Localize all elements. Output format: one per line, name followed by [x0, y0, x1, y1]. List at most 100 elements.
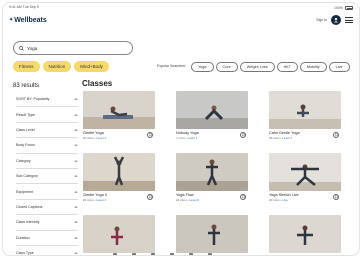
- filter-equipment[interactable]: Equipment: [16, 184, 78, 200]
- chevron-up-icon: [74, 175, 78, 178]
- class-title: Gentle Yoga: [83, 131, 104, 135]
- class-duration: 7 mins: [176, 136, 185, 140]
- class-duration: 24 mins: [176, 198, 187, 202]
- class-card[interactable]: Gentle Yoga 20 mins • Level 1: [83, 91, 155, 140]
- chevron-up-icon: [74, 113, 78, 116]
- class-card[interactable]: [176, 215, 248, 253]
- yoga-photo: [269, 215, 341, 253]
- filter-category[interactable]: Category: [16, 154, 78, 169]
- bookmark-icon: [148, 133, 152, 137]
- class-thumbnail[interactable]: [269, 215, 341, 253]
- yoga-photo: [269, 153, 341, 191]
- filter-panel: SORT BY: Popularity Result Type Class Le…: [16, 92, 78, 256]
- chevron-up-icon: [74, 221, 78, 224]
- search-input[interactable]: [27, 45, 127, 51]
- popular-searches-label: Popular Searches:: [157, 64, 186, 68]
- class-card[interactable]: Nobody Yoga 7 mins • Level 1: [176, 91, 248, 140]
- save-class-button[interactable]: [240, 132, 246, 138]
- class-thumbnail[interactable]: [269, 91, 341, 129]
- filter-class-level[interactable]: Class Level: [16, 123, 78, 139]
- class-title: Nobody Yoga: [176, 131, 199, 135]
- class-thumbnail[interactable]: [83, 153, 155, 191]
- filter-closed-captions[interactable]: Closed Captions: [16, 200, 78, 216]
- class-thumbnail[interactable]: [176, 215, 248, 253]
- popular-live[interactable]: Live: [328, 62, 350, 72]
- filter-label: Equipment: [16, 189, 34, 194]
- toolbar-person-icon[interactable]: [189, 253, 193, 255]
- filter-result-type[interactable]: Result Type: [16, 107, 78, 123]
- search-bar[interactable]: [13, 41, 133, 55]
- class-thumbnail[interactable]: [176, 91, 248, 129]
- toolbar-more-icon[interactable]: [208, 253, 212, 255]
- class-thumbnail[interactable]: [269, 153, 341, 191]
- toolbar-search-icon[interactable]: [132, 253, 136, 255]
- class-title: Yoga Flow: [176, 193, 194, 197]
- toolbar-home-icon[interactable]: [113, 253, 117, 255]
- popular-yoga[interactable]: Yoga: [191, 62, 214, 72]
- app-window: 9:41 AM Tue Sep 5 100% ✦ Wellbeats Sign …: [2, 2, 360, 256]
- save-class-button[interactable]: [147, 194, 153, 200]
- status-time: 9:41 AM Tue Sep 5: [9, 5, 39, 9]
- chevron-up-icon: [74, 252, 78, 255]
- class-duration: 20 mins: [83, 136, 94, 140]
- filter-label: SORT BY: Popularity: [16, 97, 50, 102]
- logo[interactable]: ✦ Wellbeats: [9, 17, 47, 24]
- filter-label: Category: [16, 158, 31, 163]
- filter-duration[interactable]: Duration: [16, 231, 78, 246]
- filter-label: Sub Category: [16, 174, 38, 179]
- chevron-up-icon: [74, 236, 78, 239]
- class-title: Calm Gentle Yoga: [269, 131, 300, 135]
- filter-class-intensity[interactable]: Class Intensity: [16, 215, 78, 231]
- filter-body-focus[interactable]: Body Focus: [16, 138, 78, 154]
- yoga-photo: [83, 215, 155, 253]
- bookmark-icon: [241, 133, 245, 137]
- save-class-button[interactable]: [333, 132, 339, 138]
- toolbar-list-icon[interactable]: [151, 253, 155, 255]
- class-card[interactable]: Calm Gentle Yoga 30 mins • Level 1: [269, 91, 341, 140]
- yoga-photo: [176, 153, 248, 191]
- class-card[interactable]: Yoga Flow 24 mins • Level 2: [176, 153, 248, 202]
- chevron-up-icon: [74, 98, 78, 101]
- class-thumbnail[interactable]: [176, 153, 248, 191]
- toolbar-grid-icon[interactable]: [170, 253, 174, 255]
- category-fitness[interactable]: Fitness: [13, 61, 40, 72]
- account-label[interactable]: Sign in: [316, 18, 327, 22]
- filter-sort[interactable]: SORT BY: Popularity: [16, 92, 78, 108]
- filter-label: Class Type: [16, 251, 34, 256]
- logo-text: Wellbeats: [14, 16, 47, 24]
- yoga-photo: [176, 215, 248, 253]
- class-card[interactable]: Yoga Stretch Live 20 mins • Live: [269, 153, 341, 202]
- popular-core[interactable]: Core: [215, 62, 238, 72]
- class-card[interactable]: [269, 215, 341, 253]
- bookmark-icon: [148, 195, 152, 199]
- class-level: Level 1: [96, 136, 106, 140]
- hamburger-menu-icon[interactable]: [345, 17, 353, 23]
- filter-label: Body Focus: [16, 143, 35, 148]
- popular-hiit[interactable]: HIIT: [276, 62, 298, 72]
- filter-class-type[interactable]: Class Type: [16, 246, 78, 256]
- class-card[interactable]: Gentle Yoga II 20 mins • Level 1: [83, 153, 155, 202]
- save-class-button[interactable]: [147, 132, 153, 138]
- account-avatar[interactable]: [331, 15, 341, 25]
- filter-sub-category[interactable]: Sub Category: [16, 169, 78, 185]
- bookmark-icon: [334, 133, 338, 137]
- class-duration: 20 mins: [269, 198, 280, 202]
- filter-label: Class Intensity: [16, 220, 40, 225]
- category-mind-body[interactable]: Mind+Body: [74, 61, 109, 72]
- save-class-button[interactable]: [333, 194, 339, 200]
- class-duration: 30 mins: [269, 136, 280, 140]
- status-bar: 9:41 AM Tue Sep 5 100%: [9, 5, 353, 11]
- class-level: Level 1: [96, 198, 106, 202]
- class-thumbnail[interactable]: [83, 91, 155, 129]
- chevron-up-icon: [74, 159, 78, 162]
- class-thumbnail[interactable]: [83, 215, 155, 253]
- yoga-photo: [176, 91, 248, 129]
- category-nutrition[interactable]: Nutrition: [42, 61, 72, 72]
- popular-mobility[interactable]: Mobility: [299, 62, 327, 72]
- popular-weight-loss[interactable]: Weight Loss: [239, 62, 275, 72]
- save-class-button[interactable]: [240, 194, 246, 200]
- class-card[interactable]: [83, 215, 155, 253]
- class-level: Level 2: [189, 198, 199, 202]
- chevron-up-icon: [74, 129, 78, 131]
- yoga-photo: [269, 91, 341, 129]
